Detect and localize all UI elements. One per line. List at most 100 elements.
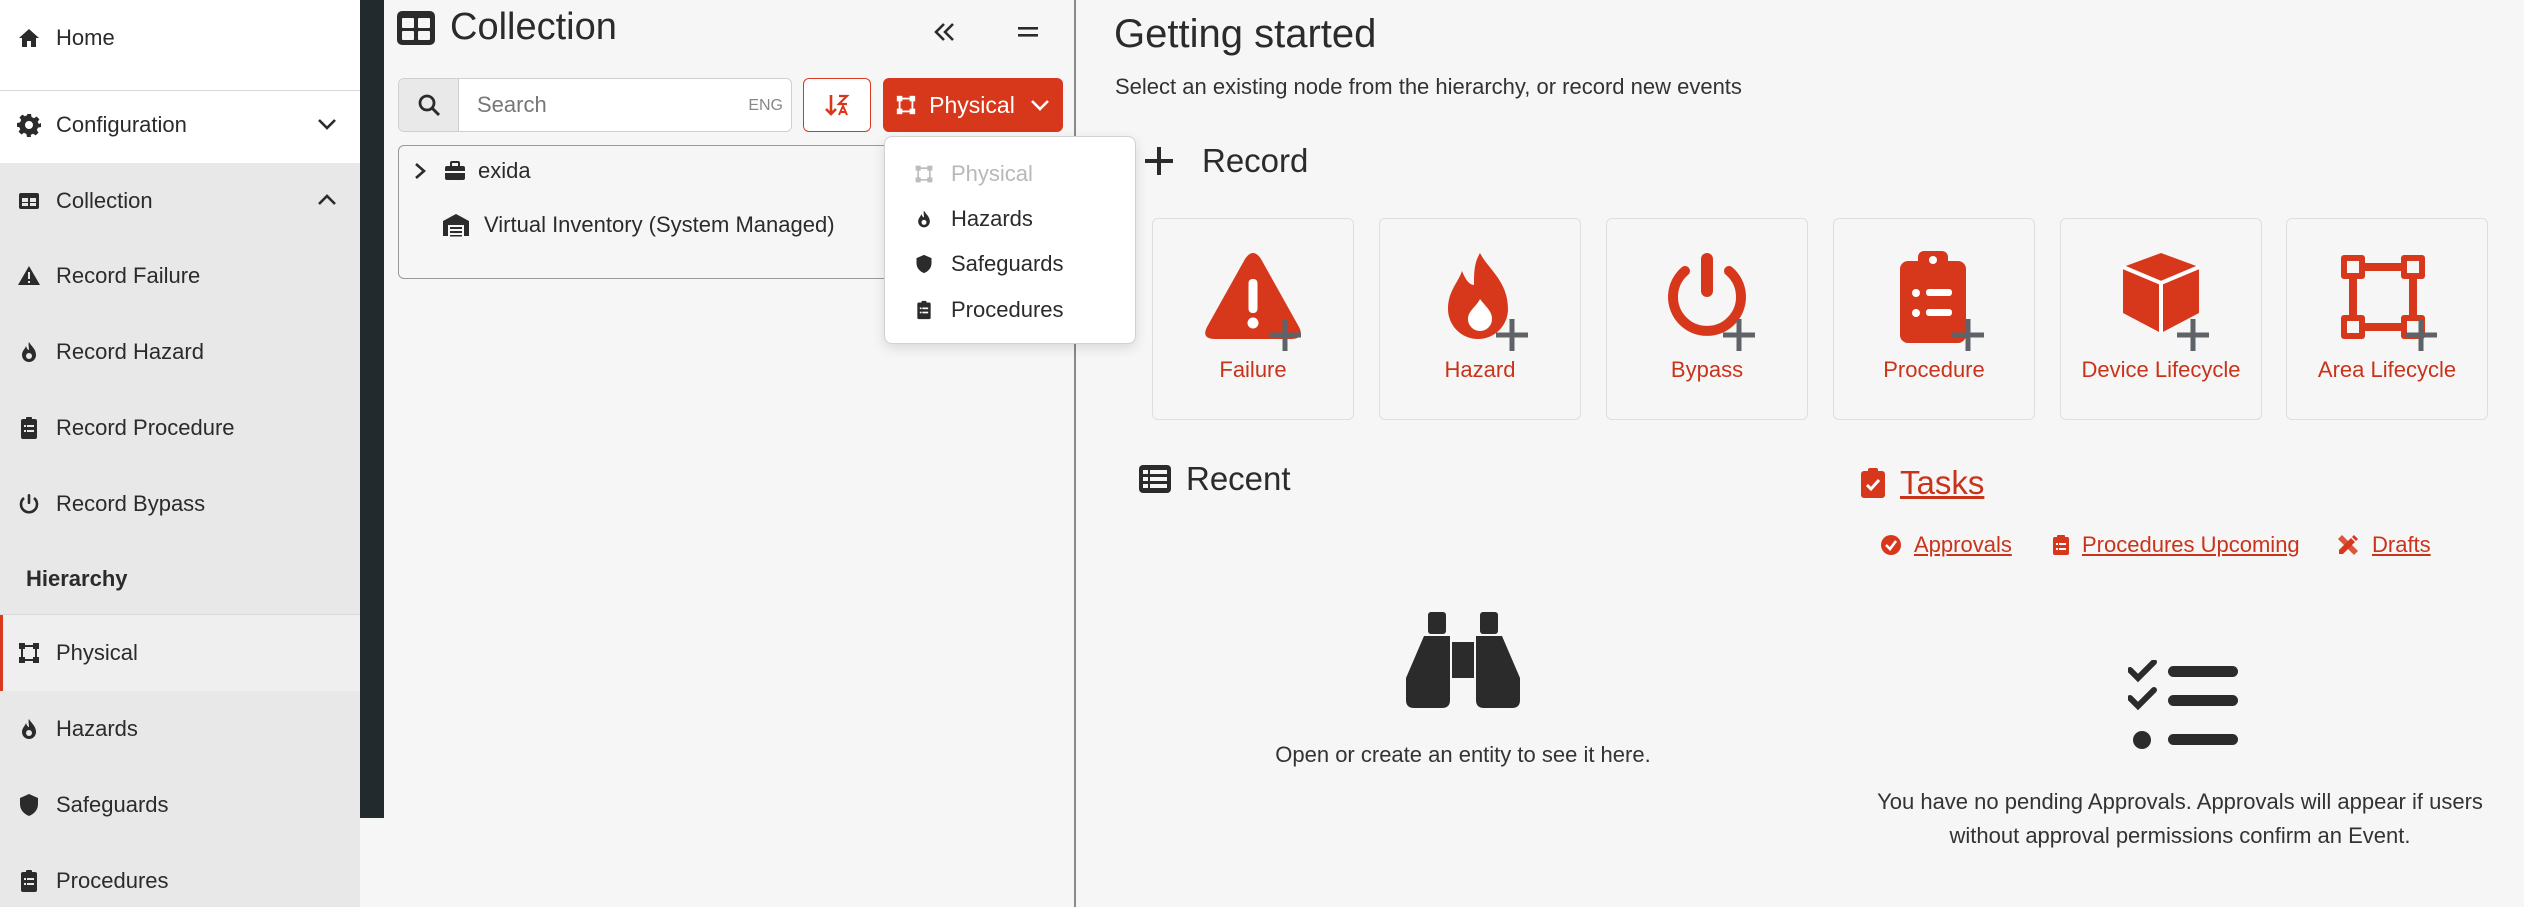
- power-icon: [1655, 249, 1759, 353]
- drafts-link-label[interactable]: Drafts: [2372, 532, 2431, 558]
- tree-node-label: exida: [478, 158, 531, 183]
- list-table-icon: [1138, 464, 1172, 494]
- chevron-right-icon[interactable]: [412, 161, 428, 181]
- vector-square-icon: [913, 164, 935, 184]
- tree-node-exida[interactable]: exida: [412, 158, 531, 184]
- fire-icon: [16, 339, 42, 365]
- record-area-lifecycle-card[interactable]: Area Lifecycle: [2286, 218, 2488, 420]
- card-label: Procedure: [1883, 357, 1985, 382]
- recent-heading: Recent: [1138, 460, 1291, 498]
- warning-icon: [1201, 249, 1305, 353]
- nav-hazards-label: Hazards: [56, 716, 138, 741]
- nav-hierarchy-safeguards[interactable]: Safeguards: [0, 767, 360, 843]
- dropdown-item-label: Hazards: [951, 206, 1033, 231]
- dropdown-item-label: Physical: [951, 161, 1033, 186]
- nav-record-bypass[interactable]: Record Bypass: [0, 466, 360, 542]
- dropdown-item-label: Safeguards: [951, 251, 1064, 276]
- clipboard-list-icon: [913, 300, 935, 320]
- recent-empty-message: Open or create an entity to see it here.: [1275, 742, 1651, 767]
- approvals-link[interactable]: Approvals: [1880, 532, 2012, 558]
- record-heading: Record: [1144, 142, 1308, 180]
- dropdown-item-safeguards[interactable]: Safeguards: [885, 241, 1135, 287]
- cube-icon: [2109, 249, 2213, 353]
- fire-icon: [16, 716, 42, 742]
- shield-icon: [16, 792, 42, 818]
- chevron-up-icon: [316, 189, 338, 211]
- dropdown-item-physical: Physical: [885, 151, 1135, 197]
- tree-node-virtual-inventory[interactable]: Virtual Inventory (System Managed): [442, 212, 835, 238]
- nav-record-procedure-label: Record Procedure: [56, 415, 235, 440]
- record-procedure-card[interactable]: Procedure: [1833, 218, 2035, 420]
- card-label: Hazard: [1444, 357, 1516, 382]
- nav-safeguards-label: Safeguards: [56, 792, 169, 817]
- collapse-panel-button[interactable]: [924, 12, 964, 52]
- search-icon[interactable]: [399, 79, 459, 131]
- double-chevron-left-icon: [932, 20, 956, 44]
- warning-icon: [16, 263, 42, 289]
- nav-home[interactable]: Home: [0, 0, 360, 76]
- procedures-upcoming-link-label[interactable]: Procedures Upcoming: [2082, 532, 2300, 558]
- tasks-empty-line: without approval permissions confirm an …: [1949, 823, 2411, 848]
- hierarchy-heading: Hierarchy: [26, 566, 128, 591]
- sidebar: Home Configuration Collection Record Fai…: [0, 0, 360, 907]
- vector-square-icon: [895, 94, 917, 116]
- nav-record-failure[interactable]: Record Failure: [0, 238, 360, 314]
- nav-record-hazard-label: Record Hazard: [56, 339, 204, 364]
- tree-node-label: Virtual Inventory (System Managed): [484, 212, 835, 237]
- record-device-lifecycle-card[interactable]: Device Lifecycle: [2060, 218, 2262, 420]
- sort-button[interactable]: [803, 78, 871, 132]
- approvals-link-label[interactable]: Approvals: [1914, 532, 2012, 558]
- nav-record-procedure[interactable]: Record Procedure: [0, 390, 360, 466]
- nav-hierarchy-procedures[interactable]: Procedures: [0, 843, 360, 907]
- briefcase-icon: [444, 161, 466, 181]
- chevron-down-icon: [1029, 94, 1051, 116]
- dropdown-item-procedures[interactable]: Procedures: [885, 287, 1135, 333]
- vector-square-icon: [2335, 249, 2439, 353]
- nav-record-failure-label: Record Failure: [56, 263, 201, 288]
- table-icon: [16, 188, 42, 214]
- nav-configuration[interactable]: Configuration: [0, 87, 360, 163]
- recent-heading-label: Recent: [1186, 460, 1291, 497]
- chevron-down-icon: [316, 113, 338, 135]
- warehouse-icon: [442, 213, 470, 237]
- record-hazard-card[interactable]: Hazard: [1379, 218, 1581, 420]
- nav-physical-label: Physical: [56, 640, 138, 665]
- search-input[interactable]: [459, 79, 791, 131]
- view-dropdown-menu: Physical Hazards Safeguards Procedures: [884, 136, 1136, 344]
- procedures-upcoming-link[interactable]: Procedures Upcoming: [2052, 532, 2300, 558]
- tasks-heading[interactable]: Tasks: [1860, 464, 1984, 502]
- vector-square-icon: [16, 640, 42, 666]
- sidebar-scrollbar[interactable]: [360, 0, 384, 818]
- tasks-empty-message: You have no pending Approvals. Approvals…: [1860, 785, 2500, 853]
- clipboard-check-icon: [1860, 467, 1886, 499]
- card-label: Area Lifecycle: [2317, 357, 2457, 382]
- physical-view-button[interactable]: Physical: [883, 78, 1063, 132]
- fire-icon: [1428, 249, 1532, 353]
- nav-record-bypass-label: Record Bypass: [56, 491, 206, 516]
- nav-collection[interactable]: Collection: [0, 163, 360, 239]
- collection-title-label: Collection: [450, 6, 617, 48]
- nav-record-hazard[interactable]: Record Hazard: [0, 314, 360, 390]
- nav-configuration-label: Configuration: [56, 112, 187, 137]
- record-bypass-card[interactable]: Bypass: [1606, 218, 1808, 420]
- nav-hierarchy-physical[interactable]: Physical: [0, 615, 360, 691]
- power-icon: [16, 491, 42, 517]
- drafts-link[interactable]: Drafts: [2336, 532, 2431, 558]
- pencil-ruler-icon: [2336, 533, 2372, 557]
- check-circle-icon: [1880, 534, 1914, 556]
- menu-button[interactable]: [1008, 12, 1048, 52]
- record-failure-card[interactable]: Failure: [1152, 218, 1354, 420]
- clipboard-list-icon: [16, 868, 42, 894]
- plus-icon: [1144, 146, 1174, 176]
- checklist-icon: [2128, 660, 2240, 750]
- page-title: Getting started: [1114, 12, 1377, 56]
- tasks-heading-link[interactable]: Tasks: [1900, 464, 1984, 502]
- dropdown-item-hazards[interactable]: Hazards: [885, 196, 1135, 242]
- search-box: ENG: [398, 78, 792, 132]
- nav-hierarchy-hazards[interactable]: Hazards: [0, 691, 360, 767]
- physical-view-label: Physical: [929, 91, 1015, 118]
- fire-icon: [913, 209, 935, 229]
- dropdown-item-label: Procedures: [951, 297, 1064, 322]
- nav-procedures-label: Procedures: [56, 868, 169, 893]
- menu-icon: [1017, 21, 1039, 43]
